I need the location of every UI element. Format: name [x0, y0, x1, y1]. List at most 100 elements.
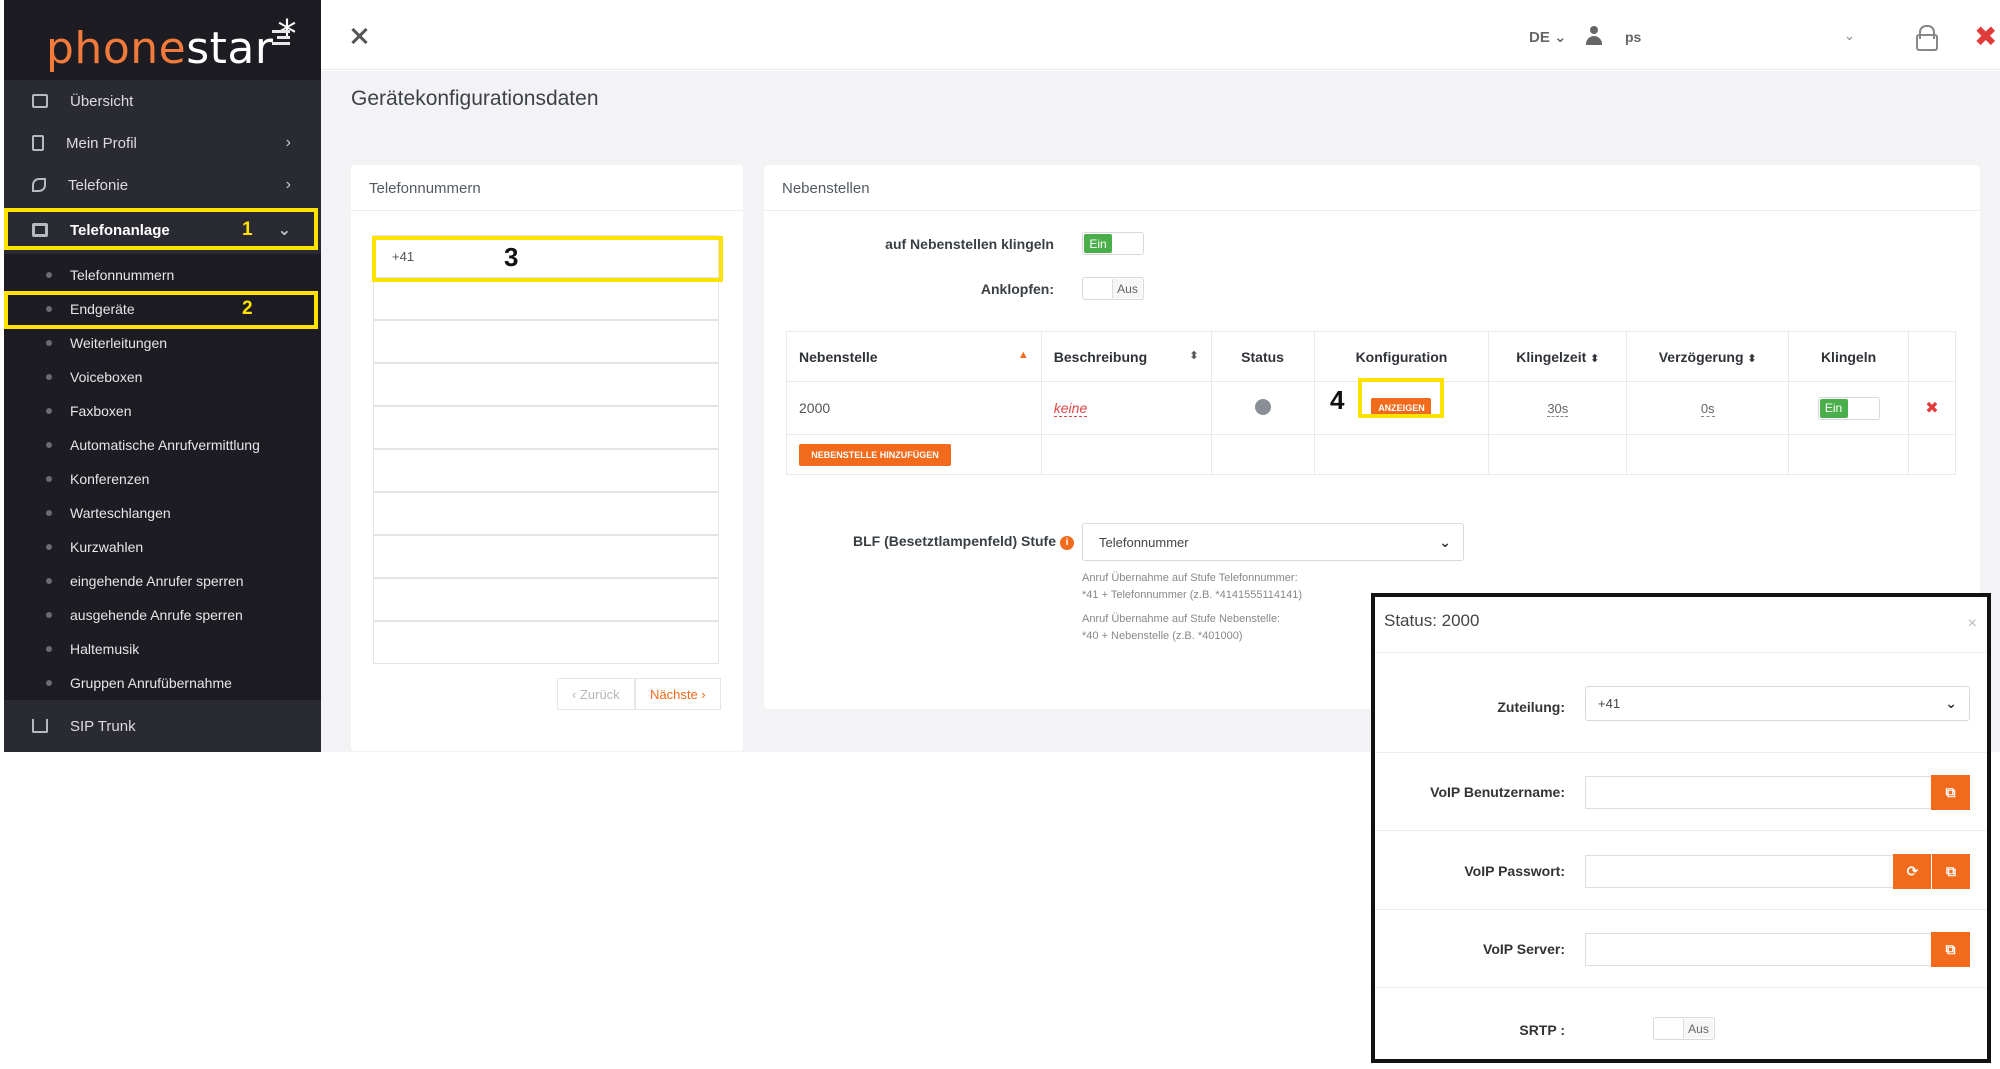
copy-server-button[interactable]: ⧉	[1931, 932, 1970, 967]
ring-extensions-label: auf Nebenstellen klingeln	[885, 236, 1054, 252]
delay-link[interactable]: 0s	[1700, 401, 1715, 417]
copy-password-button[interactable]: ⧉	[1931, 854, 1970, 889]
sidebar-subitem-haltemusik[interactable]: Haltemusik	[4, 632, 321, 666]
document-icon	[32, 135, 44, 151]
srtp-toggle[interactable]: Aus	[1653, 1017, 1715, 1040]
extensions-table: Nebenstelle ▲ Beschreibung ⬍ Status Konfig…	[786, 331, 1956, 475]
column-header-status: Status	[1210, 331, 1315, 382]
sort-icon: ⬍	[1189, 349, 1199, 362]
language-selector[interactable]: DE ⌄	[1529, 28, 1567, 46]
sidebar-subitem-konferenzen[interactable]: Konferenzen	[4, 462, 321, 496]
phonestar-logo[interactable]: phonestar *	[46, 12, 297, 74]
panel-title: Telefonnummern	[351, 165, 743, 211]
show-config-button[interactable]: ANZEIGEN	[1371, 398, 1432, 418]
phone-icon	[32, 178, 46, 192]
ring-time-link[interactable]: 30s	[1547, 401, 1569, 417]
column-header-konfiguration: Konfiguration	[1313, 331, 1490, 382]
table-header-row: Nebenstelle ▲ Beschreibung ⬍ Status Konfig…	[786, 331, 1956, 382]
phone-numbers-panel: Telefonnummern +41 3 ‹ Zurück Nächste ›	[351, 165, 743, 751]
table-row: 2000 keine ANZEIGEN 30s 0s Ein ✖	[786, 381, 1956, 435]
sidebar-subitem-endgeraete[interactable]: Endgeräte 2	[4, 292, 321, 326]
menu-toggle-icon[interactable]	[272, 30, 290, 46]
marker-4: 4	[1330, 385, 1345, 415]
blf-level-select[interactable]: Telefonnummer ⌄	[1082, 523, 1464, 561]
top-bar: DE ⌄ ps ⌄ ✖	[321, 0, 2000, 70]
lock-icon[interactable]	[1915, 25, 1938, 51]
phone-number-row[interactable]	[373, 320, 719, 363]
pagination-next[interactable]: Nächste ›	[635, 678, 721, 710]
sort-asc-icon: ▲	[1017, 348, 1029, 361]
phone-number-row[interactable]	[373, 578, 719, 621]
user-menu-chevron-icon[interactable]: ⌄	[1844, 28, 1855, 44]
modal-close-icon[interactable]: ×	[1968, 615, 1977, 633]
column-header-klingelzeit[interactable]: Klingelzeit ⬍	[1488, 331, 1628, 382]
sidebar-subitem-voiceboxen[interactable]: Voiceboxen	[4, 360, 321, 394]
table-row: NEBENSTELLE HINZUFÜGEN	[786, 434, 1956, 475]
sidebar-subitem-outgoing-block[interactable]: ausgehende Anrufe sperren	[4, 598, 321, 632]
chevron-right-icon: ›	[285, 134, 291, 151]
phone-number-row[interactable]	[373, 621, 719, 664]
fullscreen-icon[interactable]	[351, 28, 367, 44]
page-title: Gerätekonfigurationsdaten	[351, 87, 599, 110]
sidebar-item-uebersicht[interactable]: Übersicht	[4, 80, 321, 122]
voip-username-field[interactable]	[1585, 776, 1933, 809]
sidebar-subitem-kurzwahlen[interactable]: Kurzwahlen	[4, 530, 321, 564]
brand-header: phonestar *	[4, 0, 321, 80]
copy-icon: ⧉	[1945, 941, 1956, 957]
sidebar-item-mein-profil[interactable]: Mein Profil ›	[4, 122, 321, 164]
add-extension-button[interactable]: NEBENSTELLE HINZUFÜGEN	[799, 443, 951, 466]
phone-number-row[interactable]	[373, 449, 719, 492]
panel-title: Nebenstellen	[764, 165, 1980, 211]
sidebar-subitem-warteschlangen[interactable]: Warteschlangen	[4, 496, 321, 530]
sort-icon: ⬍	[1747, 352, 1757, 365]
ring-toggle[interactable]: Ein	[1817, 396, 1880, 420]
description-link[interactable]: keine	[1053, 400, 1088, 417]
sidebar-subitem-faxboxen[interactable]: Faxboxen	[4, 394, 321, 428]
assignment-label: Zuteilung:	[1497, 699, 1565, 715]
status-indicator	[1254, 398, 1271, 415]
chevron-down-icon: ⌄	[1439, 533, 1451, 550]
chevron-right-icon: ›	[285, 176, 291, 193]
sidebar-item-telefonie[interactable]: Telefonie ›	[4, 164, 321, 206]
voip-password-field[interactable]	[1585, 855, 1895, 888]
copy-icon: ⧉	[1946, 863, 1956, 879]
phone-number-row[interactable]: +41 3	[373, 235, 719, 278]
modal-title: Status: 2000	[1384, 611, 1480, 630]
sidebar-subitem-auto-attendant[interactable]: Automatische Anrufvermittlung	[4, 428, 321, 462]
sort-icon: ⬍	[1590, 352, 1600, 365]
user-name[interactable]: ps	[1625, 29, 1641, 45]
phone-number-row[interactable]	[373, 363, 719, 406]
copy-username-button[interactable]: ⧉	[1931, 775, 1970, 810]
column-header-beschreibung[interactable]: Beschreibung ⬍	[1040, 331, 1212, 382]
sidebar-item-telefonanlage[interactable]: Telefonanlage 1 ⌄	[4, 206, 321, 254]
monitor-icon	[32, 94, 48, 108]
call-waiting-label: Anklopfen:	[980, 281, 1054, 297]
sidebar-subitem-weiterleitungen[interactable]: Weiterleitungen	[4, 326, 321, 360]
phone-number-row[interactable]	[373, 277, 719, 320]
ring-extensions-toggle[interactable]: Ein	[1082, 232, 1144, 255]
phone-number-row[interactable]	[373, 535, 719, 578]
regenerate-password-button[interactable]: ⟳	[1893, 854, 1932, 889]
refresh-icon: ⟳	[1906, 863, 1919, 879]
close-icon[interactable]: ✖	[1974, 20, 1997, 53]
chevron-down-icon: ⌄	[277, 222, 291, 239]
call-waiting-toggle[interactable]: Aus	[1082, 277, 1144, 300]
sidebar-subitem-telefonnummern[interactable]: Telefonnummern	[4, 258, 321, 292]
column-header-verzoegerung[interactable]: Verzögerung ⬍	[1626, 331, 1790, 382]
delete-extension-icon[interactable]: ✖	[1925, 400, 1938, 417]
sidebar-subitem-gruppen-anrufuebernahme[interactable]: Gruppen Anrufübernahme	[4, 666, 321, 700]
sidebar: phonestar * Übersicht Mein Profil › Telef…	[4, 0, 321, 752]
sidebar-item-sip-trunk[interactable]: SIP Trunk	[4, 703, 321, 749]
pagination-prev[interactable]: ‹ Zurück	[557, 678, 635, 710]
voip-server-field[interactable]	[1585, 933, 1933, 966]
assignment-select[interactable]: +41 ⌄	[1585, 686, 1970, 721]
phone-number-row[interactable]	[373, 406, 719, 449]
status-modal: Status: 2000 × Zuteilung: +41 ⌄ VoIP Ben…	[1371, 593, 1991, 1063]
phone-number-row[interactable]	[373, 492, 719, 535]
voip-username-label: VoIP Benutzername:	[1430, 784, 1565, 800]
srtp-label: SRTP :	[1519, 1022, 1565, 1038]
copy-icon: ⧉	[1945, 784, 1956, 800]
column-header-nebenstelle[interactable]: Nebenstelle ▲	[786, 331, 1042, 382]
sidebar-subitem-incoming-block[interactable]: eingehende Anrufer sperren	[4, 564, 321, 598]
info-icon[interactable]: i	[1060, 535, 1074, 550]
